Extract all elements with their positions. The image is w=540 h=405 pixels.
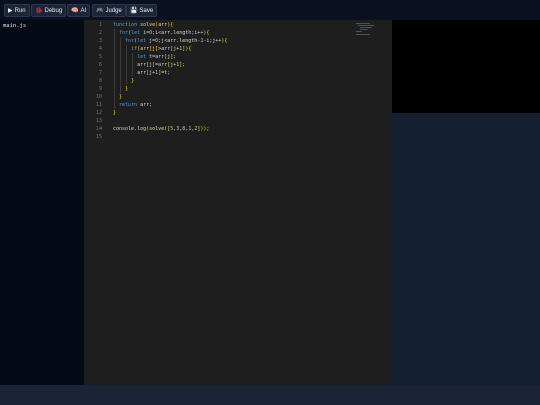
line-number: 8 [98, 78, 102, 84]
judge-button[interactable]: 🎮 Judge [92, 4, 126, 17]
output-preview-canvas[interactable] [392, 20, 540, 113]
line-number: 12 [95, 110, 102, 116]
output-panel [392, 113, 540, 385]
run-label: Run [14, 8, 26, 14]
status-bar [0, 385, 540, 405]
code-line: } [125, 86, 129, 92]
code-line: for(let j=0;j<arr.length-1-i;j++){ [125, 38, 228, 44]
run-button[interactable]: ▶ Run [4, 4, 30, 17]
line-number: 14 [95, 126, 102, 132]
ai-button[interactable]: 🧠 AI [67, 4, 91, 17]
code-line: } [131, 78, 135, 84]
debug-label: Debug [44, 8, 63, 14]
ai-label: AI [80, 8, 87, 14]
line-number-gutter: 1 2 3 4 5 6 7 8 9 10 11 12 13 14 15 [84, 20, 106, 140]
code-line: arr[j+1]=t; [113, 70, 171, 76]
gamepad-icon: 🎮 [96, 8, 104, 14]
line-number: 2 [98, 30, 102, 36]
floppy-disk-icon: 💾 [130, 8, 138, 14]
code-line: for(let i=0;i<arr.length;i++){ [119, 30, 210, 36]
debug-button[interactable]: 🐞 Debug [31, 4, 67, 17]
code-line: return arr; [119, 102, 153, 108]
code-line: function solve(arr){ [113, 22, 174, 28]
code-editor[interactable]: 1 2 3 4 5 6 7 8 9 10 11 12 13 14 15 func… [84, 20, 392, 385]
code-line: arr[j]=arr[j+1]; [113, 62, 186, 68]
line-number: 13 [95, 118, 102, 124]
line-number: 4 [98, 46, 102, 52]
code-line: } [113, 110, 117, 116]
brain-icon: 🧠 [71, 8, 79, 14]
code-line: let t=arr[j]; [137, 54, 177, 60]
line-number: 15 [95, 134, 102, 140]
line-number: 6 [98, 62, 102, 68]
line-number: 11 [95, 102, 102, 108]
line-number: 5 [98, 54, 102, 60]
line-number: 9 [98, 86, 102, 92]
file-item-main-js[interactable]: main.js [3, 23, 26, 29]
judge-label: Judge [105, 8, 122, 14]
code-line: console.log(solve([5,3,8,1,2])); [113, 126, 210, 132]
file-sidebar: main.js [0, 20, 84, 385]
save-button[interactable]: 💾 Save [126, 4, 158, 17]
code-line: } [119, 94, 123, 100]
toolbar: ▶ Run 🐞 Debug 🧠 AI 🎮 Judge 💾 Save [0, 0, 540, 20]
line-number: 10 [95, 94, 102, 100]
play-icon: ▶ [8, 8, 13, 14]
bug-icon: 🐞 [35, 8, 43, 14]
code-minimap[interactable] [354, 22, 376, 36]
save-label: Save [139, 8, 154, 14]
line-number: 3 [98, 38, 102, 44]
line-number: 7 [98, 70, 102, 76]
code-line: if(arr[j]>arr[j+1]){ [131, 46, 192, 52]
line-number: 1 [98, 22, 102, 28]
